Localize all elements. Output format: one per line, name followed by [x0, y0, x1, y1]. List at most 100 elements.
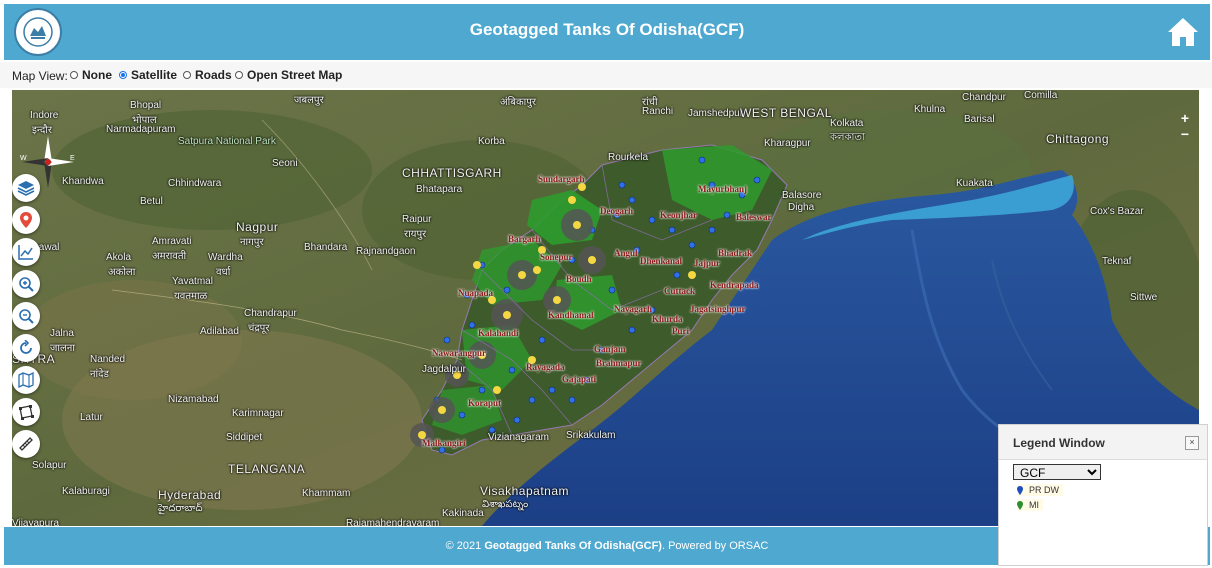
district-label: Keonjhar: [660, 210, 697, 220]
map-icon[interactable]: [12, 366, 40, 394]
map-label: Teknaf: [1102, 256, 1132, 267]
map-view-option-osm[interactable]: Open Street Map: [235, 68, 342, 82]
map-label: Rajamahendravaram: [346, 518, 440, 526]
svg-text:E: E: [70, 155, 75, 162]
map-label: Wardha: [208, 252, 243, 263]
footer-copyright: © 2021: [445, 540, 482, 552]
district-label: Nawarangpur: [432, 348, 487, 358]
map-view-option-none[interactable]: None: [70, 68, 112, 82]
district-label: Boudh: [566, 274, 592, 284]
refresh-icon[interactable]: [12, 334, 40, 362]
radio-osm[interactable]: [235, 71, 243, 79]
map-label: Sittwe: [1130, 292, 1158, 303]
map-label: Adilabad: [200, 326, 239, 337]
district-label: Jagatsinghpur: [690, 304, 746, 314]
map-label: Siddipet: [226, 432, 263, 443]
map-label: WEST BENGAL: [740, 106, 832, 120]
district-label: Khurda: [652, 314, 683, 324]
map-view-option-satellite[interactable]: Satellite: [119, 68, 177, 82]
close-icon[interactable]: ×: [1185, 436, 1199, 450]
district-label: Bargarh: [508, 234, 541, 244]
map-label: वर्धा: [216, 267, 231, 278]
measure-ruler-icon[interactable]: [12, 430, 40, 458]
map-label: Chandpur: [962, 92, 1006, 103]
map-label: Kolkata: [830, 118, 864, 129]
district-label: Bhadrak: [718, 248, 753, 258]
map-label: यवतमाळ: [174, 291, 208, 302]
legend-layer-select[interactable]: GCF: [1013, 464, 1101, 480]
district-label: Malkangiri: [422, 438, 466, 448]
district-label: Deogarh: [600, 206, 633, 216]
layers-icon[interactable]: [12, 174, 40, 202]
location-pin-icon[interactable]: [12, 206, 40, 234]
map-label: హైదరాబాద్: [158, 503, 203, 514]
map-label: अकोला: [108, 267, 136, 278]
zoom-in-icon[interactable]: [12, 270, 40, 298]
radio-none[interactable]: [70, 71, 78, 79]
map-label: Comilla: [1024, 90, 1058, 101]
map-label: Betul: [140, 196, 163, 207]
district-label: Ganjam: [594, 344, 626, 354]
map-label: Cox's Bazar: [1090, 206, 1144, 217]
map-label: जबलपुर: [294, 95, 324, 106]
map-label: Srikakulam: [566, 430, 616, 441]
map-label: Kalaburagi: [62, 486, 110, 497]
map-view-option-roads[interactable]: Roads: [183, 68, 232, 82]
district-label: Baleswar: [736, 212, 772, 222]
chart-icon[interactable]: [12, 238, 40, 266]
polygon-draw-icon[interactable]: [12, 398, 40, 426]
map-label: Bhatapara: [416, 184, 463, 195]
footer-powered-by: . Powered by ORSAC: [661, 540, 769, 552]
map-label: Bhopal: [130, 100, 162, 111]
footer-site-name: Geotagged Tanks Of Odisha(GCF): [484, 540, 662, 552]
map-label: Akola: [106, 252, 132, 263]
district-label: Sonepur: [540, 252, 573, 262]
map-label: Chittagong: [1046, 132, 1110, 146]
map-label: Nanded: [90, 354, 126, 365]
map-label: रायपुर: [404, 229, 427, 240]
district-label: Nayagarh: [614, 304, 652, 314]
district-label: Gajapati: [562, 374, 597, 384]
map-view-label: Map View:: [12, 69, 68, 83]
map-label: Digha: [788, 202, 815, 213]
map-label: Ranchi: [642, 106, 674, 117]
zoom-control: + −: [1177, 110, 1193, 142]
district-label: Puri: [672, 326, 689, 336]
district-label: Sundargarh: [538, 174, 585, 184]
legend-title: Legend Window: [1013, 436, 1105, 450]
zoom-in-button[interactable]: +: [1177, 110, 1193, 126]
home-icon[interactable]: [1166, 16, 1200, 48]
map-label: Indore: [30, 110, 59, 121]
district-label: Nuapada: [458, 288, 494, 298]
map-label: Kuakata: [956, 178, 993, 189]
map-label: Nizamabad: [168, 394, 219, 405]
map-label: Jagdalpur: [422, 364, 466, 375]
map-label: Chandrapur: [244, 308, 297, 319]
district-label: Jajpur: [694, 258, 721, 268]
radio-roads[interactable]: [183, 71, 191, 79]
district-label: Brahmapur: [596, 358, 642, 368]
map-label: Barisal: [964, 114, 995, 125]
map-label: Latur: [80, 412, 103, 423]
header-bar: Geotagged Tanks Of Odisha(GCF): [4, 4, 1210, 60]
map-label: Balasore: [782, 190, 822, 201]
map-label: Rajnandgaon: [356, 246, 416, 257]
map-label: Narmadapuram: [106, 124, 176, 135]
map-marker-icon: [1017, 500, 1023, 510]
map-label: কলকাতা: [830, 132, 865, 143]
zoom-out-icon[interactable]: [12, 302, 40, 330]
map-label: Vijayapura: [12, 518, 60, 526]
district-label: Rayagada: [526, 362, 565, 372]
map-label: Raipur: [402, 214, 432, 225]
map-label: Khammam: [302, 488, 351, 499]
district-label: Kendrapada: [710, 280, 759, 290]
map-view-bar: Map View: None Satellite Roads Open Stre…: [0, 62, 1212, 88]
svg-text:W: W: [20, 155, 27, 162]
radio-satellite[interactable]: [119, 71, 127, 79]
district-label: Cuttack: [664, 286, 695, 296]
zoom-out-button[interactable]: −: [1177, 126, 1193, 142]
map-label: चंद्रपूर: [248, 323, 270, 334]
district-label: Angul: [614, 248, 638, 258]
map-label: नांदेड: [90, 369, 109, 380]
map-label: Nagpur: [236, 220, 279, 234]
